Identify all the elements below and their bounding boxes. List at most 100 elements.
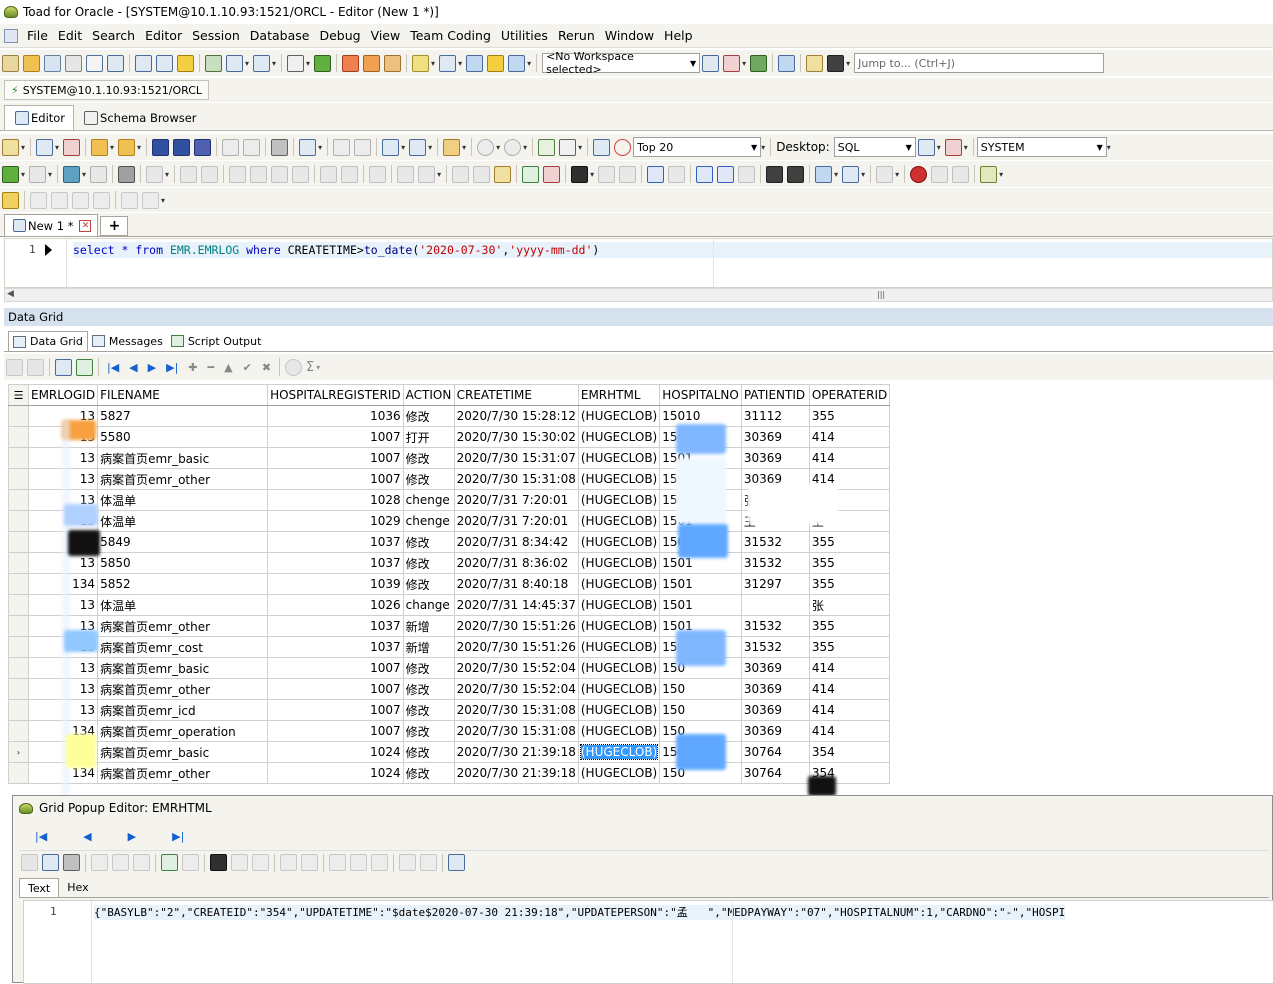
cancel-record-icon[interactable]: ✖ [262, 361, 271, 374]
row-indicator[interactable] [8, 426, 29, 448]
clear-filter-icon[interactable] [285, 358, 303, 376]
cell-hospitalregisterid[interactable]: 1007 [267, 468, 404, 490]
cell-patientid[interactable]: 30764 [740, 762, 810, 784]
next-record-icon[interactable]: ▶ [128, 830, 136, 843]
group-icon[interactable] [418, 165, 436, 183]
cell-emrhtml[interactable]: (HUGECLOB) [577, 741, 661, 763]
row-indicator[interactable] [8, 531, 29, 553]
dropdown-arrow-icon[interactable]: ▾ [165, 170, 169, 179]
cell-operaterid[interactable]: 414 [808, 699, 891, 721]
export-icon[interactable] [342, 54, 360, 72]
paste-special-icon[interactable] [354, 138, 372, 156]
table-row[interactable]: 13 病案首页emr_other 1007 修改 2020/7/30 15:52:04 (… [8, 678, 891, 700]
tab-data-grid[interactable]: Data Grid [8, 331, 88, 351]
close-icon[interactable]: ✕ [79, 219, 92, 232]
cell-action[interactable]: 修改 [402, 405, 455, 427]
grid-view-icon[interactable] [382, 138, 400, 156]
workspace-icon[interactable] [702, 54, 720, 72]
fold-icon[interactable] [121, 191, 138, 209]
menu-database[interactable]: Database [245, 28, 315, 43]
cell-hospitalregisterid[interactable]: 1007 [267, 678, 404, 700]
copy-grid-icon[interactable] [452, 165, 470, 183]
cell-operaterid[interactable]: 414 [808, 720, 891, 742]
watch-icon[interactable] [292, 165, 310, 183]
connection-tab[interactable]: ⚡ SYSTEM@10.1.10.93:1521/ORCL [4, 80, 210, 100]
stop-icon[interactable] [29, 165, 47, 183]
cell-hospitalregisterid[interactable]: 1024 [267, 741, 404, 763]
cell-filename[interactable]: 5852 [97, 573, 269, 595]
cell-filename[interactable]: 5849 [97, 531, 269, 553]
new-connection-icon[interactable] [2, 54, 19, 72]
task-icon[interactable] [384, 54, 402, 72]
redo-icon[interactable] [301, 854, 318, 871]
table-row[interactable]: 13 病案首页emr_icd 1007 修改 2020/7/30 15:31:08 (HU… [8, 699, 891, 721]
cell-hospitalregisterid[interactable]: 1039 [267, 573, 404, 595]
cell-emrhtml[interactable]: (HUGECLOB) [577, 762, 661, 784]
cell-hospitalregisterid[interactable]: 1037 [267, 531, 404, 553]
binoculars-icon[interactable] [571, 165, 589, 183]
post-record-icon[interactable]: ✔ [243, 361, 252, 374]
comment-icon[interactable] [876, 165, 894, 183]
dropdown-arrow-icon[interactable]: ▾ [161, 196, 165, 205]
cell-patientid[interactable]: 31532 [740, 615, 810, 637]
cell-emrhtml[interactable]: (HUGECLOB) [577, 531, 661, 553]
redo-icon[interactable] [668, 165, 686, 183]
table-row[interactable]: 13 病案首页emr_basic 1007 修改 2020/7/30 15:52:04 (… [8, 657, 891, 679]
dropdown-arrow-icon[interactable]: ▾ [21, 170, 25, 179]
forward-icon[interactable] [504, 138, 522, 156]
table-row[interactable]: 134 病案首页emr_operation 1007 修改 2020/7/30 15:3… [8, 720, 891, 742]
capitalize-icon[interactable] [738, 165, 756, 183]
popup-text-editor[interactable]: 1 {"BASYLB":"2","CREATEID":"354","UPDATE… [23, 900, 1273, 984]
column-header[interactable]: PATIENTID [740, 384, 810, 406]
cell-hospitalregisterid[interactable]: 1024 [267, 762, 404, 784]
dropdown-arrow-icon[interactable]: ▾ [895, 170, 899, 179]
editor-horizontal-scrollbar[interactable]: ◀ ||| [4, 288, 1273, 302]
column-header[interactable]: ACTION [402, 384, 455, 406]
row-indicator[interactable] [8, 720, 29, 742]
snippet-icon[interactable] [443, 138, 461, 156]
cell-createtime[interactable]: 2020/7/30 15:52:04 [453, 678, 579, 700]
cell-action[interactable]: 修改 [402, 573, 455, 595]
refresh-grid-icon[interactable] [76, 358, 93, 376]
dropdown-arrow-icon[interactable]: ▾ [431, 59, 435, 68]
bell-icon[interactable] [487, 54, 505, 72]
unfold-icon[interactable] [142, 191, 159, 209]
dropdown-arrow-icon[interactable]: ▾ [742, 59, 746, 68]
column-header[interactable]: EMRLOGID [27, 384, 99, 406]
column-header[interactable]: HOSPITALREGISTERID [267, 384, 404, 406]
jump-to-input[interactable]: Jump to... (Ctrl+J) [854, 53, 1105, 73]
dropdown-arrow-icon[interactable]: ▾ [578, 143, 582, 152]
cell-hospitalregisterid[interactable]: 1007 [267, 657, 404, 679]
macro-icon[interactable] [952, 165, 970, 183]
cell-operaterid[interactable]: 355 [808, 552, 891, 574]
cell-emrhtml[interactable]: (HUGECLOB) [577, 678, 661, 700]
add-tab-button[interactable]: + [100, 216, 129, 236]
tools-icon[interactable] [253, 54, 271, 72]
cell-patientid[interactable]: 30764 [740, 741, 810, 763]
info-icon[interactable] [778, 54, 796, 72]
lowercase-icon[interactable] [350, 854, 367, 871]
execute-script-icon[interactable] [63, 165, 81, 183]
dropdown-arrow-icon[interactable]: ▾ [761, 143, 765, 152]
dropdown-arrow-icon[interactable]: ▾ [846, 59, 850, 68]
open-folder-icon[interactable] [23, 54, 40, 72]
cell-hospitalregisterid[interactable]: 1007 [267, 699, 404, 721]
cell-hospitalregisterid[interactable]: 1026 [267, 594, 404, 616]
cell-patientid[interactable]: 30369 [740, 657, 810, 679]
paste-icon[interactable] [333, 138, 351, 156]
table-row[interactable]: 13 病案首页emr_other 1037 新增 2020/7/30 15:51:26(… [8, 615, 891, 637]
cell-operaterid[interactable]: 355 [808, 615, 891, 637]
step-over-icon[interactable] [201, 165, 219, 183]
table-row[interactable]: 13病案首页emr_cost1037新增2020/7/30 15:51:26(H… [8, 636, 891, 658]
last-record-icon[interactable]: ▶| [166, 361, 178, 374]
cell-operaterid[interactable]: 414 [808, 657, 891, 679]
table-row[interactable]: 13 体温单 1026 change 2020/7/31 14:45:37 (HUGECL… [8, 594, 891, 616]
menu-team-coding[interactable]: Team Coding [405, 28, 496, 43]
cell-createtime[interactable]: 2020/7/31 8:40:18 [453, 573, 579, 595]
sql-format-icon[interactable] [299, 138, 317, 156]
print-icon[interactable] [63, 854, 80, 871]
cell-emrhtml[interactable]: (HUGECLOB) [577, 468, 661, 490]
debug-icon[interactable] [146, 165, 164, 183]
plsql-icon[interactable] [287, 54, 305, 72]
table-row[interactable]: 134 5852 1039 修改 2020/7/31 8:40:18 (HUGECLOB)… [8, 573, 891, 595]
